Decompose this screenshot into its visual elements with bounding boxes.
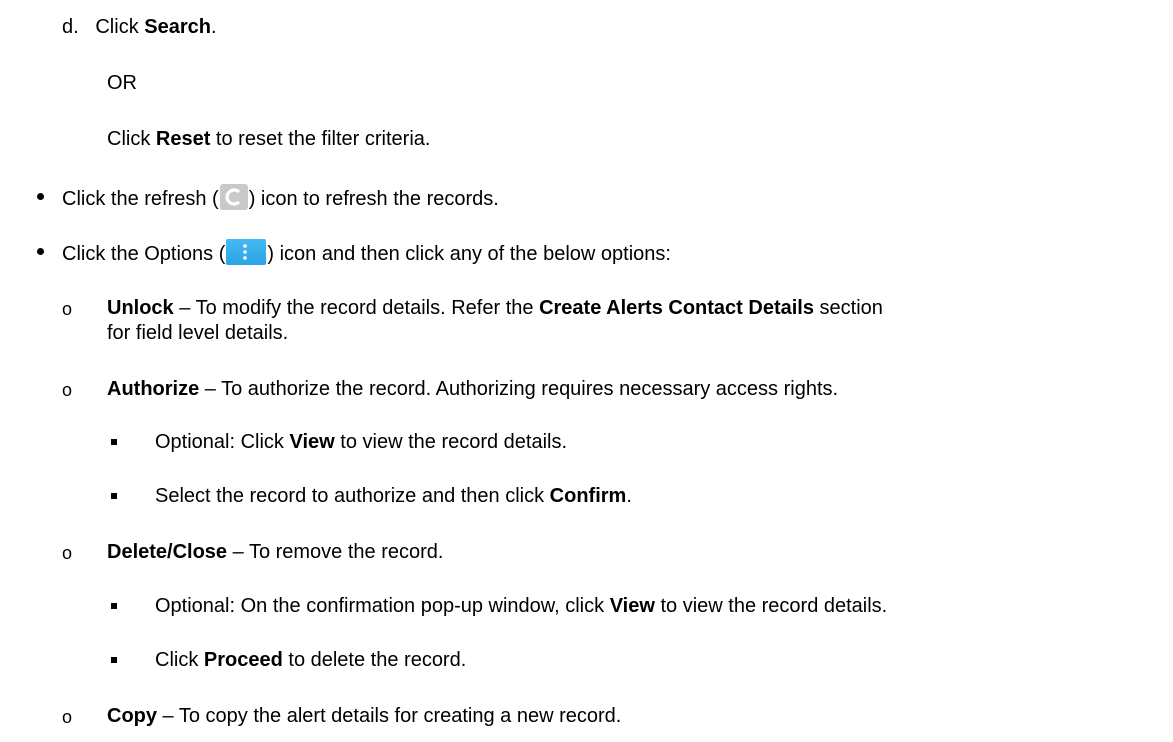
delete-close-line: Delete/Close – To remove the record. [107,540,443,564]
delete-close-text: – To remove the record. [227,541,444,563]
delete-close-label: Delete/Close [107,541,228,563]
sub-prefix: Click [155,649,204,671]
unlock-label: Unlock [107,297,174,319]
unlock-line-cont: for field level details. [107,322,289,344]
confirm-label: Confirm [549,485,627,507]
bullet [37,248,44,255]
sub-suffix: . [626,485,632,507]
sub-prefix: Select the record to authorize and then … [155,485,550,507]
reset-line: Click Reset to reset the filter criteria… [107,127,430,151]
authorize-text: – To authorize the record. Authorizing r… [199,378,839,400]
authorize-sub-2: Select the record to authorize and then … [155,484,632,508]
step-d-suffix: . [210,16,217,38]
square-bullet [111,439,117,445]
options-icon [226,239,267,265]
or-text: OR [107,72,137,94]
square-bullet [111,493,117,499]
search-label: Search [144,16,211,38]
unlock-text: – To modify the record details. Refer th… [173,297,540,319]
reset-prefix: Click [107,128,156,150]
copy-text: – To copy the alert details for creating… [157,705,622,727]
sub-suffix: to view the record details. [334,431,568,453]
square-bullet [111,657,117,663]
square-bullet [111,603,117,609]
create-alerts-contact-details-label: Create Alerts Contact Details [539,297,814,319]
delete-sub-2: Click Proceed to delete the record. [155,648,466,672]
delete-sub-1: Optional: On the confirmation pop-up win… [155,594,887,618]
sub-suffix: to view the record details. [654,595,888,617]
refresh-line: Click the refresh ( ) icon to refresh the… [62,184,499,211]
sub-prefix: Optional: On the confirmation pop-up win… [155,595,610,617]
proceed-label: Proceed [203,649,283,671]
unlock-line: Unlock – To modify the record details. R… [107,296,883,320]
step-d-prefix: Click [95,16,145,38]
options-prefix: Click the Options ( [62,243,226,265]
unlock-text-2: section [813,297,883,319]
refresh-icon [219,184,248,210]
authorize-line: Authorize – To authorize the record. Aut… [107,377,838,401]
authorize-label: Authorize [107,378,200,400]
reset-label: Reset [155,128,211,150]
step-marker: d. [62,16,79,38]
view-label: View [609,595,655,617]
sub-suffix: to delete the record. [282,649,467,671]
sub-bullet: o [62,543,73,563]
copy-line: Copy – To copy the alert details for cre… [107,704,621,728]
copy-label: Copy [107,705,157,727]
sub-bullet: o [62,707,73,727]
refresh-prefix: Click the refresh ( [62,188,219,210]
sub-prefix: Optional: Click [155,431,290,453]
options-suffix: ) icon and then click any of the below o… [267,243,671,265]
view-label: View [289,431,335,453]
reset-suffix: to reset the filter criteria. [210,128,431,150]
sub-bullet: o [62,380,73,400]
refresh-suffix: ) icon to refresh the records. [248,188,499,210]
authorize-sub-1: Optional: Click View to view the record … [155,430,567,454]
options-line: Click the Options ( ) icon and then click… [62,239,671,266]
sub-bullet: o [62,299,73,319]
bullet [37,193,44,200]
step-d-line: d. Click Search. [62,15,217,39]
